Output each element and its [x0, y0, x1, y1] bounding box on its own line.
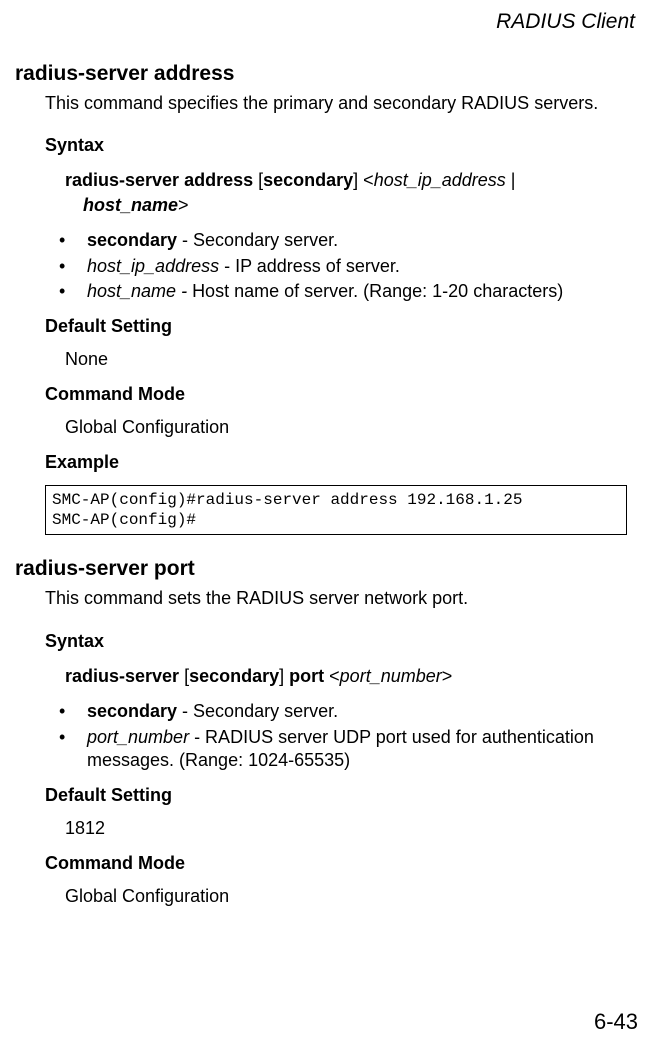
command-description: This command specifies the primary and s…	[45, 92, 611, 115]
syntax-bracket: >	[178, 195, 189, 215]
command-title: radius-server address	[15, 62, 641, 86]
syntax-bracket: ] <	[353, 170, 374, 190]
bullet-term: host_name	[87, 281, 176, 301]
bullet-term: secondary	[87, 701, 177, 721]
bullet-dash: -	[176, 281, 192, 301]
example-code: SMC-AP(config)#radius-server address 192…	[45, 485, 627, 535]
syntax-keyword: radius-server address	[65, 170, 253, 190]
command-description: This command sets the RADIUS server netw…	[45, 587, 611, 610]
syntax-keyword: secondary	[189, 666, 279, 686]
syntax-bracket: <	[324, 666, 340, 686]
list-item: secondary - Secondary server.	[73, 229, 641, 253]
default-value: 1812	[65, 818, 641, 839]
bullet-text: - Secondary server.	[177, 230, 338, 250]
syntax-keyword: secondary	[263, 170, 353, 190]
syntax-arg: port_number	[340, 666, 442, 686]
bullet-term: port_number	[87, 727, 189, 747]
section-header: RADIUS Client	[15, 10, 641, 34]
bullet-text: - Secondary server.	[177, 701, 338, 721]
bullet-term: host_ip_address	[87, 256, 219, 276]
syntax-keyword: radius-server	[65, 666, 179, 686]
syntax-heading: Syntax	[45, 135, 641, 156]
default-value: None	[65, 349, 641, 370]
syntax-sep: |	[506, 170, 516, 190]
default-heading: Default Setting	[45, 785, 641, 806]
syntax-arg: host_ip_address	[374, 170, 506, 190]
mode-value: Global Configuration	[65, 886, 641, 907]
page: RADIUS Client radius-server address This…	[0, 0, 656, 1047]
example-heading: Example	[45, 452, 641, 473]
syntax-arg: host_name	[83, 195, 178, 215]
bullet-term: secondary	[87, 230, 177, 250]
mode-value: Global Configuration	[65, 417, 641, 438]
command-title: radius-server port	[15, 557, 641, 581]
syntax-bracket: >	[442, 666, 453, 686]
syntax-bracket: [	[179, 666, 189, 686]
bullet-text: - IP address of server.	[219, 256, 400, 276]
default-heading: Default Setting	[45, 316, 641, 337]
list-item: host_ip_address - IP address of server.	[73, 255, 641, 279]
syntax-line: radius-server address [secondary] <host_…	[65, 168, 641, 217]
syntax-keyword: port	[289, 666, 324, 686]
syntax-bracket: ]	[279, 666, 289, 686]
list-item: secondary - Secondary server.	[73, 700, 641, 724]
mode-heading: Command Mode	[45, 384, 641, 405]
bullet-text: Host name of server. (Range: 1-20 charac…	[192, 281, 563, 301]
list-item: port_number - RADIUS server UDP port use…	[73, 726, 641, 774]
list-item: host_name - Host name of server. (Range:…	[73, 280, 641, 304]
page-number: 6-43	[594, 1009, 638, 1035]
bullet-list: secondary - Secondary server. host_ip_ad…	[73, 229, 641, 304]
bullet-list: secondary - Secondary server. port_numbe…	[73, 700, 641, 773]
mode-heading: Command Mode	[45, 853, 641, 874]
syntax-bracket: [	[253, 170, 263, 190]
syntax-line: radius-server [secondary] port <port_num…	[65, 664, 641, 688]
syntax-heading: Syntax	[45, 631, 641, 652]
